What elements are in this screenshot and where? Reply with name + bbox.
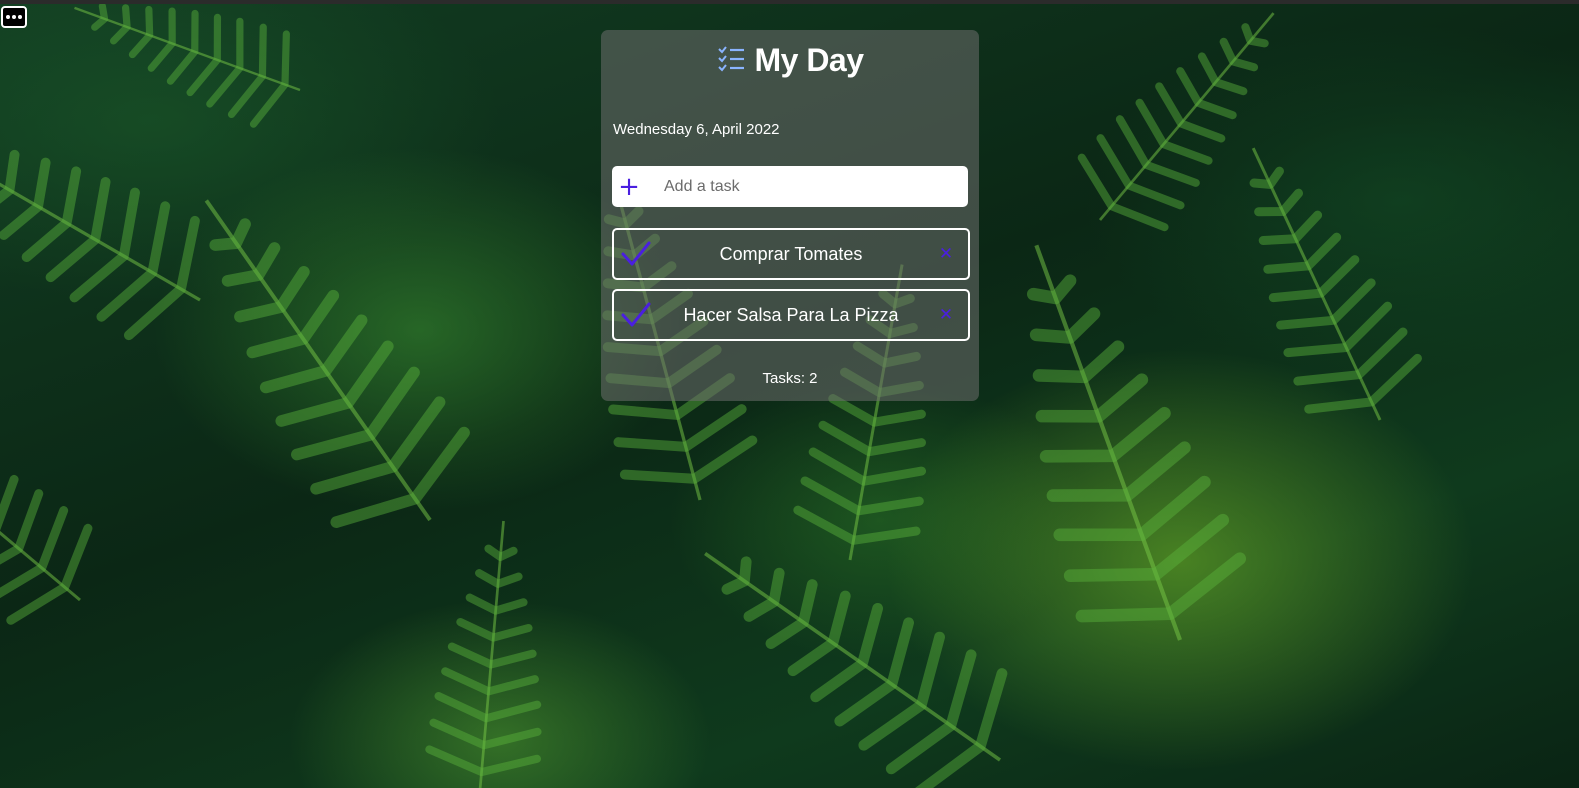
task-label: Hacer Salsa Para La Pizza	[683, 304, 899, 325]
more-options-icon-dot	[12, 15, 16, 19]
more-options-button[interactable]	[1, 6, 27, 28]
current-date: Wednesday 6, April 2022	[613, 121, 780, 138]
task-item: Comprar Tomates ✕	[612, 228, 970, 280]
add-task-box: +	[612, 166, 968, 207]
header: My Day	[601, 42, 979, 79]
task-count: Tasks: 2	[762, 370, 818, 387]
list-icon	[718, 45, 745, 71]
add-task-input[interactable]	[662, 176, 956, 197]
page-title: My Day	[754, 42, 864, 78]
checkmark-icon[interactable]	[614, 241, 658, 267]
more-options-icon-dot	[18, 15, 22, 19]
close-icon[interactable]: ✕	[924, 305, 968, 325]
checkmark-icon[interactable]	[614, 302, 658, 328]
plus-icon[interactable]: +	[612, 174, 646, 200]
todo-panel: My Day Wednesday 6, April 2022 + Comprar…	[601, 30, 979, 401]
task-item: Hacer Salsa Para La Pizza ✕	[612, 289, 970, 341]
close-icon[interactable]: ✕	[924, 244, 968, 264]
window-top-border	[0, 0, 1579, 4]
task-label: Comprar Tomates	[719, 243, 863, 264]
more-options-icon	[6, 15, 10, 19]
